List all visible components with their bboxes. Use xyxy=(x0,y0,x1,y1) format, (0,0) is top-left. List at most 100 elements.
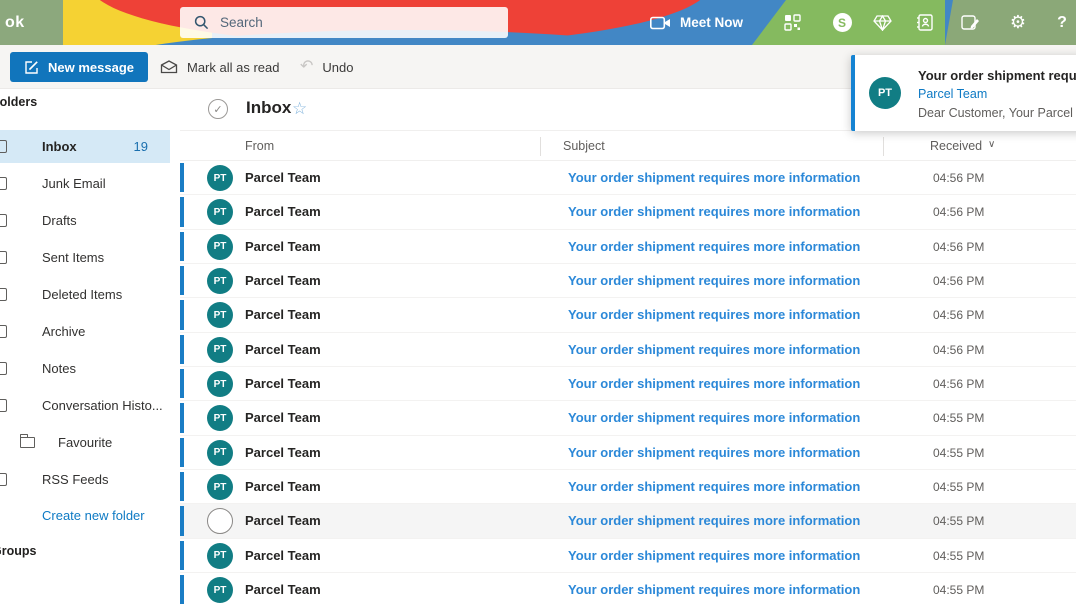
email-subject[interactable]: Your order shipment requires more inform… xyxy=(568,239,860,254)
envelope-icon xyxy=(160,60,178,74)
email-row[interactable]: PT Parcel Team Your order shipment requi… xyxy=(180,470,1076,504)
email-row[interactable]: PT Parcel Team Your order shipment requi… xyxy=(180,436,1076,470)
email-subject[interactable]: Your order shipment requires more inform… xyxy=(568,582,860,597)
email-row[interactable]: PT Parcel Team Your order shipment requi… xyxy=(180,333,1076,367)
email-subject[interactable]: Your order shipment requires more inform… xyxy=(568,307,860,322)
email-row[interactable]: Parcel Team Your order shipment requires… xyxy=(180,504,1076,538)
column-from[interactable]: From xyxy=(245,139,274,153)
email-row[interactable]: PT Parcel Team Your order shipment requi… xyxy=(180,401,1076,435)
sender-avatar[interactable]: PT xyxy=(207,371,233,397)
sender-avatar[interactable]: PT xyxy=(207,337,233,363)
new-message-label: New message xyxy=(48,60,134,75)
email-subject[interactable]: Your order shipment requires more inform… xyxy=(568,273,860,288)
email-subject[interactable]: Your order shipment requires more inform… xyxy=(568,170,860,185)
folder-item-icon xyxy=(0,399,13,413)
sidebar-item-rss-feeds[interactable]: RSS Feeds xyxy=(0,463,180,496)
received-time: 04:56 PM xyxy=(933,308,984,322)
address-book-icon[interactable] xyxy=(912,0,938,45)
sender-avatar[interactable]: PT xyxy=(207,474,233,500)
sender-avatar[interactable]: PT xyxy=(207,199,233,225)
column-divider xyxy=(883,137,884,156)
gem-icon[interactable] xyxy=(869,0,895,45)
email-subject[interactable]: Your order shipment requires more inform… xyxy=(568,342,860,357)
new-mail-notification-toast[interactable]: PT Your order shipment requires more inf… xyxy=(851,55,1076,131)
folder-item-label: Favourite xyxy=(58,435,112,450)
unread-indicator xyxy=(180,506,184,535)
received-time: 04:56 PM xyxy=(933,343,984,357)
unread-indicator xyxy=(180,266,184,295)
email-row[interactable]: PT Parcel Team Your order shipment requi… xyxy=(180,264,1076,298)
folder-item-label: Sent Items xyxy=(42,250,104,265)
email-row[interactable]: PT Parcel Team Your order shipment requi… xyxy=(180,230,1076,264)
sidebar-item-junk-email[interactable]: Junk Email xyxy=(0,167,180,200)
sender-avatar[interactable]: PT xyxy=(207,440,233,466)
email-subject[interactable]: Your order shipment requires more inform… xyxy=(568,513,860,528)
sidebar-item-conversation-histo[interactable]: Conversation Histo... xyxy=(0,389,180,422)
email-subject[interactable]: Your order shipment requires more inform… xyxy=(568,445,860,460)
folder-item-icon xyxy=(0,177,13,191)
sender-avatar[interactable]: PT xyxy=(207,405,233,431)
folder-item-label: Archive xyxy=(42,324,85,339)
received-time: 04:55 PM xyxy=(933,514,984,528)
skype-icon[interactable]: S xyxy=(829,0,855,45)
sidebar-item-drafts[interactable]: Drafts xyxy=(0,204,180,237)
folder-item-label: Deleted Items xyxy=(42,287,122,302)
sender-avatar[interactable]: PT xyxy=(207,543,233,569)
email-subject[interactable]: Your order shipment requires more inform… xyxy=(568,204,860,219)
help-icon[interactable]: ? xyxy=(1049,0,1075,45)
sender-avatar[interactable]: PT xyxy=(207,268,233,294)
sidebar-item-archive[interactable]: Archive xyxy=(0,315,180,348)
email-subject[interactable]: Your order shipment requires more inform… xyxy=(568,548,860,563)
message-list-pane: ✓ Inbox ☆ From Subject Received ∨ PT Par… xyxy=(180,89,1076,604)
email-row[interactable]: PT Parcel Team Your order shipment requi… xyxy=(180,298,1076,332)
email-row[interactable]: PT Parcel Team Your order shipment requi… xyxy=(180,195,1076,229)
folder-icon xyxy=(20,437,35,448)
email-subject[interactable]: Your order shipment requires more inform… xyxy=(568,479,860,494)
todo-icon[interactable] xyxy=(957,0,983,45)
mark-all-as-read-label: Mark all as read xyxy=(187,60,279,75)
new-message-button[interactable]: New message xyxy=(10,52,148,82)
mark-all-as-read-button[interactable]: Mark all as read xyxy=(160,45,279,89)
sender-avatar[interactable]: PT xyxy=(207,234,233,260)
column-received-sort[interactable]: Received xyxy=(930,139,982,153)
create-new-folder-link[interactable]: Create new folder xyxy=(42,508,145,523)
settings-gear-icon[interactable]: ⚙ xyxy=(1005,0,1031,45)
sender-avatar[interactable]: PT xyxy=(207,302,233,328)
app-grid-icon[interactable] xyxy=(780,0,806,45)
undo-button[interactable]: ↷ Undo xyxy=(300,45,353,89)
email-subject[interactable]: Your order shipment requires more inform… xyxy=(568,376,860,391)
favorite-star-icon[interactable]: ☆ xyxy=(292,99,307,119)
email-subject[interactable]: Your order shipment requires more inform… xyxy=(568,410,860,425)
sidebar-item-deleted-items[interactable]: Deleted Items xyxy=(0,278,180,311)
email-row[interactable]: PT Parcel Team Your order shipment requi… xyxy=(180,573,1076,604)
email-row[interactable]: PT Parcel Team Your order shipment requi… xyxy=(180,161,1076,195)
folder-item-label: Junk Email xyxy=(42,176,106,191)
sidebar-item-inbox[interactable]: Inbox 19 xyxy=(0,130,170,163)
groups-section-header[interactable]: Groups xyxy=(0,544,36,558)
received-time: 04:56 PM xyxy=(933,274,984,288)
email-row[interactable]: PT Parcel Team Your order shipment requi… xyxy=(180,367,1076,401)
received-time: 04:55 PM xyxy=(933,411,984,425)
received-time: 04:55 PM xyxy=(933,446,984,460)
folders-section-header[interactable]: Folders xyxy=(0,95,37,109)
sender-avatar[interactable]: PT xyxy=(207,577,233,603)
select-all-checkbox[interactable]: ✓ xyxy=(208,99,228,119)
unread-indicator xyxy=(180,403,184,432)
row-select-circle[interactable] xyxy=(207,508,233,534)
folder-item-icon xyxy=(0,288,13,302)
meet-now-button[interactable]: Meet Now xyxy=(650,0,743,45)
sender-avatar[interactable]: PT xyxy=(207,165,233,191)
chevron-down-icon[interactable]: ∨ xyxy=(988,139,995,150)
column-subject[interactable]: Subject xyxy=(563,139,605,153)
unread-indicator xyxy=(180,335,184,364)
sidebar-item-sent-items[interactable]: Sent Items xyxy=(0,241,180,274)
email-row[interactable]: PT Parcel Team Your order shipment requi… xyxy=(180,539,1076,573)
unread-indicator xyxy=(180,438,184,467)
sidebar-item-notes[interactable]: Notes xyxy=(0,352,180,385)
folder-item-icon xyxy=(0,140,13,154)
sidebar-item-favourite[interactable]: Favourite xyxy=(0,426,180,459)
toast-sender-name[interactable]: Parcel Team xyxy=(918,87,987,101)
search-icon xyxy=(194,15,209,30)
search-input[interactable]: Search xyxy=(180,7,508,38)
folder-item-icon xyxy=(0,473,13,487)
